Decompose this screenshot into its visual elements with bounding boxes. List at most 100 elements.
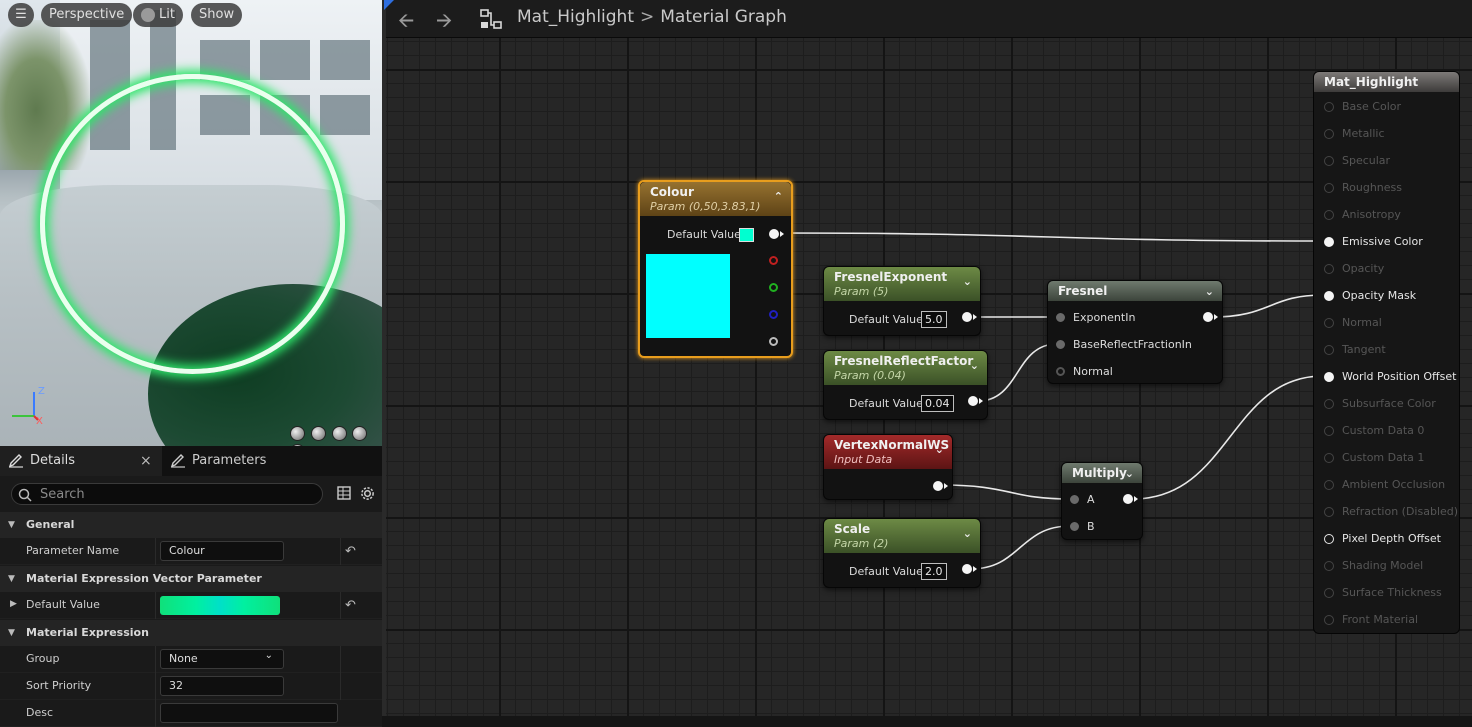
chevron-down-icon[interactable]: ⌄ — [935, 443, 944, 456]
perspective-button[interactable]: Perspective — [41, 3, 133, 27]
result-pin-emissive-color[interactable]: Emissive Color — [1314, 232, 1461, 252]
input-pin[interactable] — [1324, 399, 1334, 409]
node-scale[interactable]: Scale Param (2) ⌄ Default Value 2.0 — [823, 518, 981, 588]
section-vector-parameter[interactable]: ▼ Material Expression Vector Parameter — [0, 566, 382, 592]
chevron-down-icon[interactable]: ⌄ — [963, 527, 972, 540]
input-pin[interactable] — [1324, 372, 1334, 382]
input-pin[interactable] — [1324, 264, 1334, 274]
show-button[interactable]: Show — [191, 3, 243, 27]
reset-to-default-icon[interactable]: ↶ — [345, 544, 356, 559]
input-pin[interactable] — [1324, 210, 1334, 220]
input-pin[interactable] — [1324, 237, 1334, 247]
input-pin-a[interactable] — [1070, 495, 1079, 504]
output-pin[interactable] — [933, 481, 948, 491]
lit-mode-button[interactable]: Lit — [133, 3, 183, 27]
result-pin-anisotropy[interactable]: Anisotropy — [1314, 205, 1461, 225]
gear-icon[interactable] — [360, 486, 375, 501]
result-pin-tangent[interactable]: Tangent — [1314, 340, 1461, 360]
result-pin-specular[interactable]: Specular — [1314, 151, 1461, 171]
result-pin-ambient-occlusion[interactable]: Ambient Occlusion — [1314, 475, 1461, 495]
tab-parameters[interactable]: Parameters — [162, 446, 282, 476]
input-pin[interactable] — [1324, 561, 1334, 571]
input-pin[interactable] — [1324, 588, 1334, 598]
default-value-color-swatch[interactable] — [160, 596, 280, 615]
output-pin[interactable] — [962, 564, 977, 574]
group-dropdown[interactable]: None ⌄ — [160, 649, 284, 669]
result-pin-custom-data-1[interactable]: Custom Data 1 — [1314, 448, 1461, 468]
result-pin-opacity-mask[interactable]: Opacity Mask — [1314, 286, 1461, 306]
output-pin-rgb[interactable] — [769, 229, 784, 239]
result-pin-front-material[interactable]: Front Material — [1314, 610, 1461, 630]
result-pin-pixel-depth-offset[interactable]: Pixel Depth Offset — [1314, 529, 1461, 549]
parameter-name-field[interactable]: Colour — [160, 541, 284, 561]
node-fresnel[interactable]: Fresnel ⌄ ExponentIn BaseReflectFraction… — [1047, 280, 1223, 384]
node-multiply[interactable]: Multiply ⌄ A B — [1061, 462, 1143, 540]
node-vertex-normal-ws[interactable]: VertexNormalWS Input Data ⌄ — [823, 434, 953, 500]
input-pin[interactable] — [1324, 507, 1334, 517]
output-pin[interactable] — [1123, 494, 1138, 504]
node-fresnel-exponent[interactable]: FresnelExponent Param (5) ⌄ Default Valu… — [823, 266, 981, 336]
input-pin[interactable] — [1324, 453, 1334, 463]
viewport-menu-button[interactable]: ☰ — [8, 3, 34, 27]
output-pin[interactable] — [968, 396, 983, 406]
default-value-field[interactable]: 5.0 — [921, 311, 947, 328]
input-pin[interactable] — [1324, 183, 1334, 193]
output-pin[interactable] — [962, 312, 977, 322]
output-pin-a[interactable] — [769, 337, 778, 346]
output-pin-b[interactable] — [769, 310, 778, 319]
close-tab-button[interactable]: × — [140, 446, 152, 476]
result-pin-surface-thickness[interactable]: Surface Thickness — [1314, 583, 1461, 603]
input-pin-exponent[interactable] — [1056, 313, 1065, 322]
sphere-preview-icon[interactable] — [310, 426, 326, 441]
result-pin-subsurface-color[interactable]: Subsurface Color — [1314, 394, 1461, 414]
default-value-field[interactable]: 2.0 — [921, 563, 947, 580]
default-value-field[interactable]: 0.04 — [921, 395, 954, 412]
result-pin-metallic[interactable]: Metallic — [1314, 124, 1461, 144]
arrow-right-icon[interactable]: 🡪 — [436, 6, 452, 40]
section-material-expression[interactable]: ▼ Material Expression — [0, 620, 382, 646]
output-pin[interactable] — [1203, 312, 1218, 322]
breadcrumb-asset[interactable]: Mat_Highlight — [517, 7, 634, 27]
reset-to-default-icon[interactable]: ↶ — [345, 598, 356, 613]
result-pin-base-color[interactable]: Base Color — [1314, 97, 1461, 117]
input-pin[interactable] — [1324, 534, 1334, 544]
default-color-swatch[interactable] — [739, 228, 754, 242]
input-pin-b[interactable] — [1070, 522, 1079, 531]
table-view-icon[interactable] — [337, 486, 351, 500]
chevron-down-icon[interactable]: ⌄ — [963, 275, 972, 288]
node-material-result[interactable]: Mat_Highlight Base Color Metallic Specular… — [1313, 71, 1460, 634]
input-pin[interactable] — [1324, 318, 1334, 328]
details-search-input[interactable]: Search — [11, 483, 323, 505]
input-pin[interactable] — [1324, 102, 1334, 112]
material-preview-viewport[interactable]: ☰ Perspective Lit Show Z X — [0, 0, 382, 446]
section-general[interactable]: ▼ General — [0, 512, 382, 538]
chevron-down-icon[interactable]: ⌄ — [970, 359, 979, 372]
cylinder-preview-icon[interactable] — [290, 426, 305, 441]
output-pin-r[interactable] — [769, 256, 778, 265]
result-pin-opacity[interactable]: Opacity — [1314, 259, 1461, 279]
input-pin[interactable] — [1324, 480, 1334, 490]
input-pin[interactable] — [1324, 426, 1334, 436]
result-pin-normal[interactable]: Normal — [1314, 313, 1461, 333]
input-pin[interactable] — [1324, 129, 1334, 139]
input-pin[interactable] — [1324, 345, 1334, 355]
node-fresnel-reflect-factor[interactable]: FresnelReflectFactor Param (0.04) ⌄ Defa… — [823, 350, 988, 420]
input-pin[interactable] — [1324, 291, 1334, 301]
result-pin-roughness[interactable]: Roughness — [1314, 178, 1461, 198]
output-pin-g[interactable] — [769, 283, 778, 292]
chevron-up-icon[interactable]: ⌃ — [774, 190, 783, 203]
cube-preview-icon[interactable] — [352, 426, 368, 441]
input-pin[interactable] — [1324, 615, 1334, 625]
expand-arrow-icon[interactable]: ▶ — [10, 599, 17, 609]
arrow-left-icon[interactable]: 🡨 — [398, 6, 414, 40]
input-pin[interactable] — [1324, 156, 1334, 166]
node-colour[interactable]: Colour Param (0,50,3.83,1) ⌃ Default Val… — [638, 180, 793, 358]
result-pin-world-position-offset[interactable]: World Position Offset — [1314, 367, 1461, 387]
result-pin-custom-data-0[interactable]: Custom Data 0 — [1314, 421, 1461, 441]
result-pin-refraction-disabled[interactable]: Refraction (Disabled) — [1314, 502, 1461, 522]
chevron-down-icon[interactable]: ⌄ — [1205, 285, 1214, 298]
chevron-down-icon[interactable]: ⌄ — [1125, 467, 1134, 480]
preview-mesh-selector[interactable] — [288, 426, 378, 446]
plane-preview-icon[interactable] — [331, 426, 347, 441]
result-pin-shading-model[interactable]: Shading Model — [1314, 556, 1461, 576]
